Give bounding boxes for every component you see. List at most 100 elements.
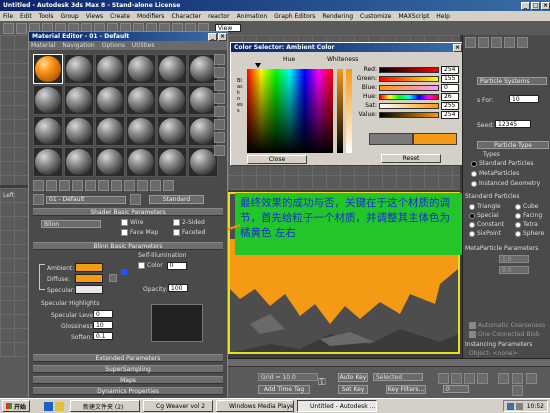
add-time-tag-button[interactable]: Add Time Tag	[258, 385, 310, 394]
menu-character[interactable]: Character	[171, 13, 201, 20]
blue-channel-slider[interactable]	[379, 84, 439, 91]
me-menu-options[interactable]: Options	[102, 42, 125, 49]
material-editor-close-button[interactable]: ×	[218, 32, 227, 41]
me-menu-material[interactable]: Material	[31, 42, 55, 49]
create-tab-icon[interactable]	[465, 37, 476, 48]
sample-slot[interactable]	[126, 54, 156, 84]
go-forward-sibling-icon[interactable]	[163, 180, 174, 191]
ambient-swatch[interactable]	[75, 263, 103, 272]
next-frame-icon[interactable]	[477, 373, 488, 384]
options-icon[interactable]	[214, 132, 225, 143]
show-end-result-icon[interactable]	[137, 180, 148, 191]
sample-slot[interactable]	[33, 54, 63, 84]
zoom-icon[interactable]	[498, 373, 509, 384]
sample-slot[interactable]	[126, 85, 156, 115]
select-by-material-icon[interactable]	[214, 145, 225, 156]
make-preview-icon[interactable]	[214, 119, 225, 130]
particle-type-rollout[interactable]: Particle Type	[477, 141, 549, 149]
hierarchy-tab-icon[interactable]	[491, 37, 502, 48]
menu-create[interactable]: Create	[110, 13, 130, 20]
menu-edit[interactable]: Edit	[20, 13, 32, 20]
volume-icon[interactable]	[515, 402, 523, 410]
opacity-field[interactable]: 100	[168, 284, 188, 292]
glossiness-field[interactable]: 10	[93, 321, 113, 329]
go-to-parent-icon[interactable]	[150, 180, 161, 191]
sample-slot[interactable]	[157, 116, 187, 146]
sample-slot[interactable]	[33, 147, 63, 177]
menu-modifiers[interactable]: Modifiers	[137, 13, 164, 20]
seed-field[interactable]: 12345	[495, 120, 531, 128]
meta-field-2[interactable]: 0.0	[499, 266, 529, 274]
shape-cube[interactable]: Cube	[515, 202, 539, 211]
supersampling-rollout[interactable]: SuperSampling	[33, 365, 223, 373]
material-id-icon[interactable]	[130, 194, 141, 205]
whiteness-bar[interactable]	[346, 69, 352, 153]
backlight-icon[interactable]	[214, 67, 225, 78]
task-media-player[interactable]: Windows Media Player	[216, 400, 294, 412]
material-effects-icon[interactable]	[111, 180, 122, 191]
current-frame-field[interactable]: 0	[443, 385, 469, 393]
hue-channel-value[interactable]: 26	[441, 92, 459, 101]
faceted-checkbox[interactable]: Faceted	[173, 228, 205, 237]
green-channel-slider[interactable]	[379, 75, 439, 82]
menu-reactor[interactable]: reactor	[208, 13, 230, 20]
menu-customize[interactable]: Customize	[360, 13, 392, 20]
tray-icon[interactable]	[506, 402, 514, 410]
shape-special[interactable]: Special	[469, 211, 499, 220]
menu-tools[interactable]: Tools	[39, 13, 54, 20]
put-to-scene-icon[interactable]	[46, 180, 57, 191]
face-map-checkbox[interactable]: Face Map	[121, 228, 158, 237]
get-material-icon[interactable]	[33, 180, 44, 191]
menu-help[interactable]: Help	[436, 13, 450, 20]
reset-button-color[interactable]: Reset	[381, 154, 441, 163]
color-selector-close-button[interactable]: ×	[453, 43, 462, 52]
hue-channel-slider[interactable]	[379, 93, 439, 100]
sample-slot[interactable]	[95, 116, 125, 146]
sample-slot[interactable]	[95, 147, 125, 177]
diffuse-swatch[interactable]	[75, 274, 103, 283]
dynamics-rollout[interactable]: Dynamics Properties	[33, 387, 223, 395]
timeline-ruler[interactable]	[228, 359, 550, 367]
prev-frame-icon[interactable]	[451, 373, 462, 384]
shader-rollout-header[interactable]: Shader Basic Parameters	[33, 208, 223, 216]
system-type-dropdown[interactable]: Particle Systems	[477, 77, 547, 85]
redo-icon[interactable]	[16, 22, 27, 34]
close-button[interactable]: ×	[541, 1, 550, 10]
shader-type-dropdown[interactable]: Blinn	[41, 220, 101, 228]
sample-slot[interactable]	[64, 116, 94, 146]
make-unique-icon[interactable]	[85, 180, 96, 191]
sample-slot[interactable]	[95, 54, 125, 84]
sample-slot[interactable]	[126, 147, 156, 177]
pan-icon[interactable]	[512, 373, 523, 384]
pick-material-icon[interactable]	[33, 194, 44, 205]
shape-sphere[interactable]: Sphere	[515, 229, 544, 238]
video-color-check-icon[interactable]	[214, 106, 225, 117]
meta-field-1[interactable]: 1.0	[499, 255, 529, 263]
menu-file[interactable]: File	[3, 13, 13, 20]
material-name-field[interactable]: 01 - Default	[46, 195, 126, 204]
diffuse-map-icon[interactable]	[109, 274, 117, 282]
sample-slot[interactable]	[157, 147, 187, 177]
play-icon[interactable]	[464, 373, 475, 384]
menu-animation[interactable]: Animation	[237, 13, 268, 20]
menu-rendering[interactable]: Rendering	[322, 13, 353, 20]
task-cg-weaver[interactable]: Cg Weaver vol 2	[143, 400, 213, 412]
hue-blackness-field[interactable]	[247, 69, 333, 153]
orbit-icon[interactable]	[526, 373, 537, 384]
radio-metaparticles[interactable]: MetaParticles	[471, 169, 519, 178]
sat-channel-value[interactable]: 255	[441, 101, 459, 110]
me-menu-navigation[interactable]: Navigation	[62, 42, 94, 49]
blue-channel-value[interactable]: 0	[441, 83, 459, 92]
assign-to-selection-icon[interactable]	[59, 180, 70, 191]
value-channel-value[interactable]: 254	[441, 110, 459, 119]
shape-sixpoint[interactable]: SixPoint	[469, 229, 501, 238]
sample-slot[interactable]	[64, 85, 94, 115]
sample-slot[interactable]	[33, 116, 63, 146]
red-channel-value[interactable]: 254	[441, 65, 459, 74]
menu-views[interactable]: Views	[86, 13, 103, 20]
self-illum-value[interactable]: 0	[166, 261, 187, 270]
material-type-button[interactable]: Standard	[149, 195, 204, 204]
menu-graph-editors[interactable]: Graph Editors	[274, 13, 315, 20]
minimize-button[interactable]: _	[521, 1, 530, 10]
sample-slot[interactable]	[95, 85, 125, 115]
